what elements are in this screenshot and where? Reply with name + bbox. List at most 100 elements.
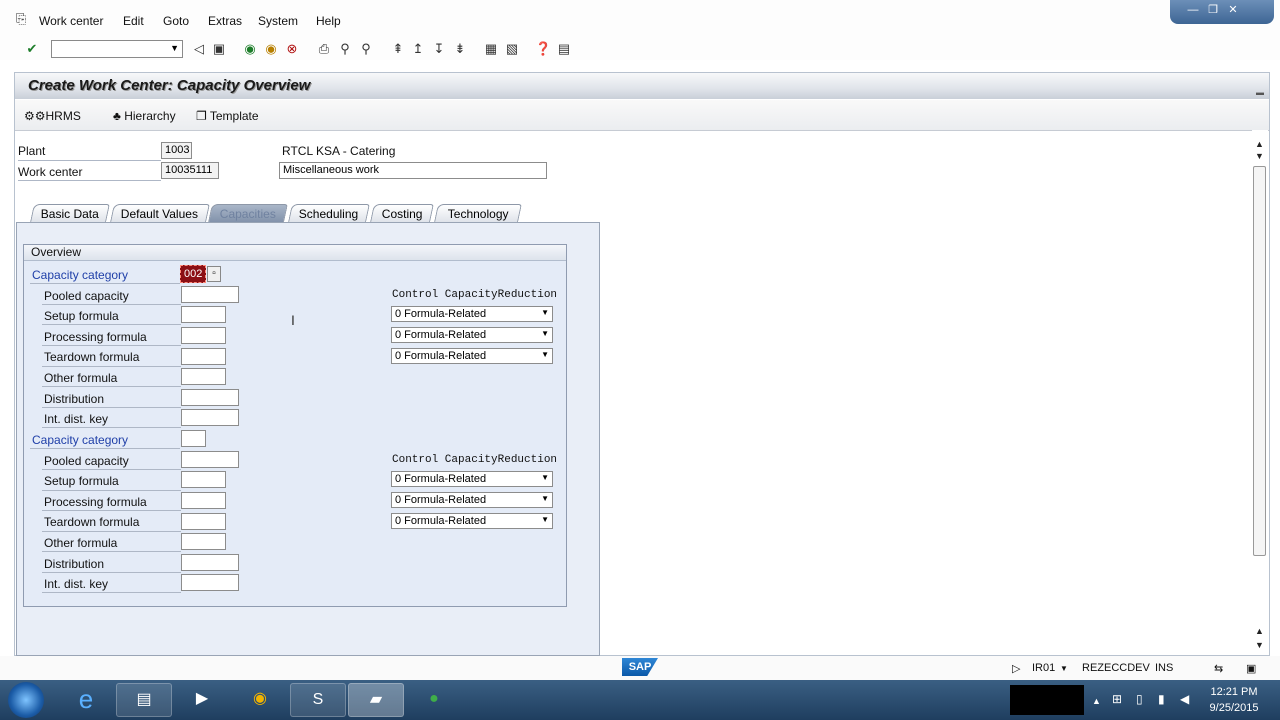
media-player-icon[interactable]: ▶ <box>174 683 230 717</box>
taskbar-date[interactable]: 9/25/2015 <box>1200 702 1268 714</box>
int-dist-key-label: Int. dist. key <box>44 412 109 426</box>
template-button[interactable]: ❐ Template <box>196 109 259 123</box>
cancel-icon[interactable]: ⊗ <box>284 41 300 57</box>
taskbar-time[interactable]: 12:21 PM <box>1200 686 1268 698</box>
play-icon[interactable]: ▷ <box>1012 662 1020 675</box>
workcenter-description-field[interactable]: Miscellaneous work <box>279 162 547 179</box>
menu-system[interactable]: System <box>258 14 298 28</box>
processing-formula-field[interactable] <box>181 327 226 344</box>
int-dist-key-2-field[interactable] <box>181 574 239 591</box>
menu-work-center[interactable]: Work center <box>39 14 103 28</box>
control-reduction-header: Control CapacityReduction <box>392 289 558 301</box>
processing-reduction-select[interactable]: 0 Formula-Related ▼ <box>391 327 553 343</box>
restore-icon[interactable]: ❐ <box>1206 3 1220 17</box>
processing-reduction-2-select[interactable]: 0 Formula-Related ▼ <box>391 492 553 508</box>
status-info-icon[interactable]: ▣ <box>1246 662 1256 675</box>
distribution-field[interactable] <box>181 389 239 406</box>
plant-field[interactable]: 1003 <box>161 142 192 159</box>
tab-capacities[interactable]: Capacities <box>208 204 288 222</box>
capacity-category-underline <box>30 283 180 284</box>
row-underline <box>42 592 181 593</box>
layout-menu-icon[interactable]: ▤ <box>556 41 572 57</box>
setup-reduction-2-select[interactable]: 0 Formula-Related ▼ <box>391 471 553 487</box>
setup-formula-2-field[interactable] <box>181 471 226 488</box>
last-page-icon[interactable]: ⇟ <box>452 41 468 57</box>
workcenter-field[interactable]: 10035111 <box>161 162 219 179</box>
menu-edit[interactable]: Edit <box>123 14 144 28</box>
help-icon[interactable]: ❓ <box>535 41 551 57</box>
teardown-formula-field[interactable] <box>181 348 226 365</box>
chevron-down-icon[interactable]: ▼ <box>170 43 179 53</box>
back-small-icon[interactable]: ◁ <box>191 41 207 57</box>
first-page-icon[interactable]: ⇞ <box>390 41 406 57</box>
tab-default-values[interactable]: Default Values <box>110 204 210 222</box>
menu-extras[interactable]: Extras <box>208 14 242 28</box>
row-underline <box>42 551 181 552</box>
plant-label-underline <box>18 160 161 161</box>
exit-icon[interactable]: ◉ <box>263 41 279 57</box>
enter-check-icon[interactable]: ✔ <box>24 41 40 57</box>
int-dist-key-field[interactable] <box>181 409 239 426</box>
previous-page-icon[interactable]: ↥ <box>410 41 426 57</box>
plant-description: RTCL KSA - Catering <box>282 144 396 158</box>
chevron-down-icon: ▼ <box>541 515 549 524</box>
close-icon[interactable]: ✕ <box>1226 3 1240 17</box>
tab-basic-data[interactable]: Basic Data <box>30 204 110 222</box>
start-button-icon[interactable] <box>8 682 44 718</box>
capacity-category-2-label: Capacity category <box>32 433 129 447</box>
menu-help[interactable]: Help <box>316 14 341 28</box>
sap-logon-icon[interactable]: ▰ <box>348 683 404 717</box>
teardown-reduction-select[interactable]: 0 Formula-Related ▼ <box>391 348 553 364</box>
title-collapse-icon[interactable]: ▬ <box>1256 88 1264 97</box>
sap-menu-icon[interactable]: ⎘ <box>16 11 26 27</box>
create-session-icon[interactable]: ▦ <box>483 41 499 57</box>
resize-icon[interactable]: ⇆ <box>1214 662 1223 675</box>
internet-explorer-icon[interactable]: e <box>58 683 114 717</box>
file-explorer-icon[interactable]: ▤ <box>116 683 172 717</box>
find-icon[interactable]: ⚲ <box>337 41 353 57</box>
scroll-thumb[interactable] <box>1253 166 1266 556</box>
search-help-icon[interactable]: ▫ <box>207 266 221 282</box>
other-formula-field[interactable] <box>181 368 226 385</box>
chrome-icon[interactable]: ◉ <box>232 683 288 717</box>
back-icon[interactable]: ◉ <box>242 41 258 57</box>
usb-icon[interactable]: ▯ <box>1136 692 1143 706</box>
print-icon[interactable]: ⎙ <box>316 41 332 57</box>
tray-expand-icon[interactable]: ▲ <box>1092 696 1101 706</box>
minimize-icon[interactable]: — <box>1186 3 1200 17</box>
teardown-reduction-2-select[interactable]: 0 Formula-Related ▼ <box>391 513 553 529</box>
distribution-2-field[interactable] <box>181 554 239 571</box>
setup-reduction-select[interactable]: 0 Formula-Related ▼ <box>391 306 553 322</box>
green-app-icon[interactable]: ● <box>406 683 462 717</box>
workcenter-label: Work center <box>18 165 83 179</box>
hrms-button[interactable]: ⚙⚙HRMS <box>24 109 81 123</box>
volume-icon[interactable]: ◀ <box>1180 692 1189 706</box>
windows-logo-icon[interactable]: ⊞ <box>1112 692 1122 706</box>
tab-costing[interactable]: Costing <box>370 204 434 222</box>
tab-technology[interactable]: Technology <box>434 204 522 222</box>
command-field[interactable]: ▼ <box>51 40 183 58</box>
hierarchy-button[interactable]: ♣ Hierarchy <box>113 109 176 123</box>
skype-icon[interactable]: S <box>290 683 346 717</box>
find-next-icon[interactable]: ⚲ <box>358 41 374 57</box>
scroll-bottom-icon[interactable]: ▼ <box>1255 640 1264 650</box>
menu-goto[interactable]: Goto <box>163 14 189 28</box>
scroll-down-small-icon[interactable]: ▼ <box>1255 151 1264 161</box>
shortcut-icon[interactable]: ▧ <box>504 41 520 57</box>
processing-formula-2-field[interactable] <box>181 492 226 509</box>
scroll-up-icon[interactable]: ▲ <box>1255 139 1264 149</box>
redacted-area <box>1010 685 1084 715</box>
pooled-capacity-2-field[interactable] <box>181 451 239 468</box>
chevron-down-icon[interactable]: ▼ <box>1060 664 1068 673</box>
capacity-category-2-field[interactable] <box>181 430 206 447</box>
setup-formula-field[interactable] <box>181 306 226 323</box>
scroll-down-icon[interactable]: ▲ <box>1255 626 1264 636</box>
save-icon[interactable]: ▣ <box>211 41 227 57</box>
network-icon[interactable]: ▮ <box>1158 692 1165 706</box>
capacity-category-field[interactable]: 002 <box>180 265 206 283</box>
teardown-formula-2-field[interactable] <box>181 513 226 530</box>
tab-scheduling[interactable]: Scheduling <box>288 204 370 222</box>
pooled-capacity-field[interactable] <box>181 286 239 303</box>
next-page-icon[interactable]: ↧ <box>431 41 447 57</box>
other-formula-2-field[interactable] <box>181 533 226 550</box>
